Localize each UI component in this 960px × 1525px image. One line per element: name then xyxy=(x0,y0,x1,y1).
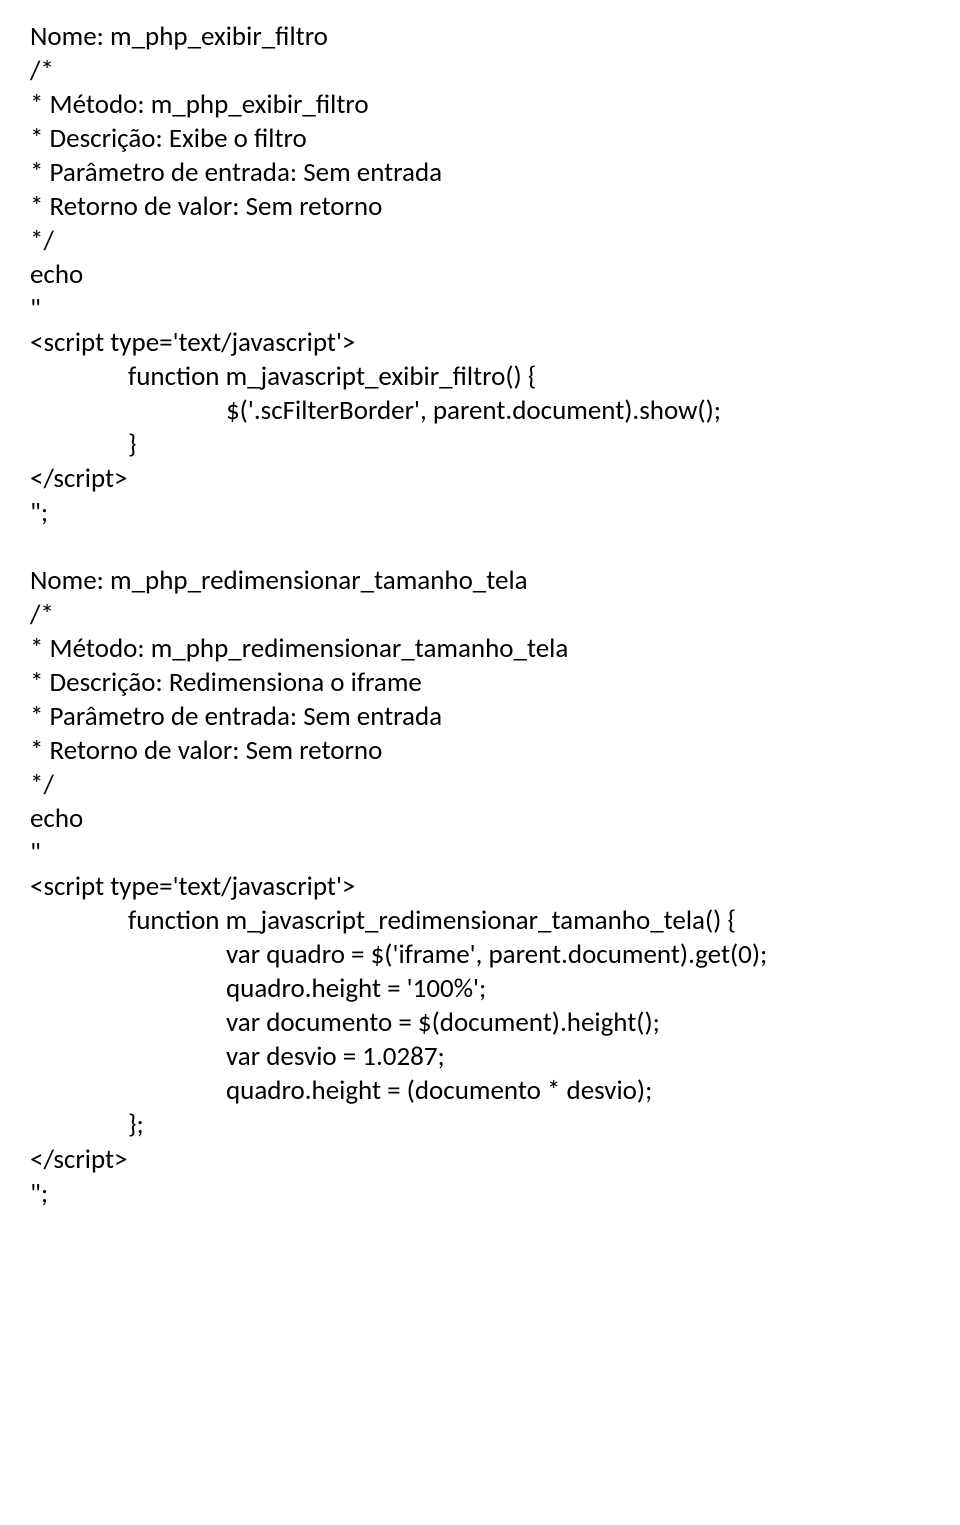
code-line: var quadro = $('iframe', parent.document… xyxy=(30,938,930,972)
code-line: }; xyxy=(30,1108,930,1142)
code-line: * Retorno de valor: Sem retorno xyxy=(30,734,930,768)
code-line: echo xyxy=(30,802,930,836)
code-line: </script> xyxy=(30,1143,930,1177)
code-line: /* xyxy=(30,598,930,632)
code-line: Nome: m_php_exibir_filtro xyxy=(30,20,930,54)
code-line: <script type='text/javascript'> xyxy=(30,870,930,904)
code-line: * Parâmetro de entrada: Sem entrada xyxy=(30,156,930,190)
code-line: quadro.height = '100%'; xyxy=(30,972,930,1006)
code-line: var documento = $(document).height(); xyxy=(30,1006,930,1040)
code-line: function m_javascript_exibir_filtro() { xyxy=(30,360,930,394)
code-line: "; xyxy=(30,496,930,530)
code-line: "; xyxy=(30,1177,930,1211)
code-line: * Descrição: Redimensiona o iframe xyxy=(30,666,930,700)
code-line: * Método: m_php_redimensionar_tamanho_te… xyxy=(30,632,930,666)
code-line: <script type='text/javascript'> xyxy=(30,326,930,360)
code-line: function m_javascript_redimensionar_tama… xyxy=(30,904,930,938)
code-line: " xyxy=(30,292,930,326)
code-line: * Parâmetro de entrada: Sem entrada xyxy=(30,700,930,734)
code-line: </script> xyxy=(30,462,930,496)
code-line: * Método: m_php_exibir_filtro xyxy=(30,88,930,122)
code-line: */ xyxy=(30,768,930,802)
code-line: Nome: m_php_redimensionar_tamanho_tela xyxy=(30,564,930,598)
document-page: Nome: m_php_exibir_filtro/** Método: m_p… xyxy=(0,0,960,1525)
code-line: " xyxy=(30,836,930,870)
code-line: /* xyxy=(30,54,930,88)
code-line: quadro.height = (documento * desvio); xyxy=(30,1074,930,1108)
code-line: echo xyxy=(30,258,930,292)
code-line: * Retorno de valor: Sem retorno xyxy=(30,190,930,224)
code-line: * Descrição: Exibe o filtro xyxy=(30,122,930,156)
code-line: } xyxy=(30,428,930,462)
blank-line xyxy=(30,530,930,564)
code-line: $('.scFilterBorder', parent.document).sh… xyxy=(30,394,930,428)
code-line: var desvio = 1.0287; xyxy=(30,1040,930,1074)
code-line: */ xyxy=(30,224,930,258)
